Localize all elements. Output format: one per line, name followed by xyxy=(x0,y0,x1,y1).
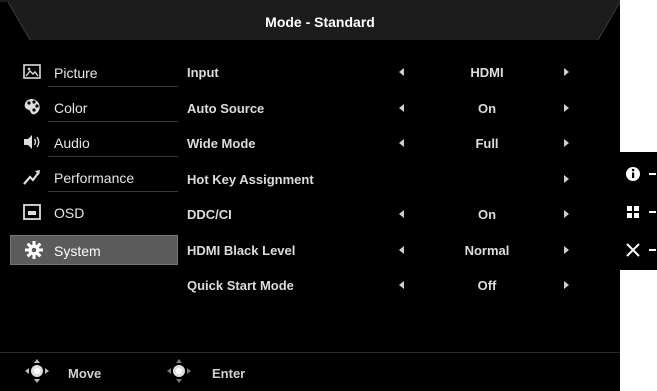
setting-row-hot-key-assignment[interactable]: Hot Key Assignment xyxy=(187,169,587,205)
setting-row-input[interactable]: Input HDMI xyxy=(187,62,587,98)
hotkey-dash xyxy=(649,249,656,251)
hotkey-close[interactable] xyxy=(623,238,657,262)
setting-value: On xyxy=(477,207,497,222)
osd-icon xyxy=(22,202,42,222)
sidebar-item-label: Picture xyxy=(54,65,98,81)
divider xyxy=(48,86,178,87)
right-arrow-icon[interactable] xyxy=(564,174,569,183)
page-title: Mode - Standard xyxy=(265,14,375,30)
sidebar-item-picture[interactable]: Picture xyxy=(8,58,178,93)
sidebar-item-audio[interactable]: Audio xyxy=(8,128,178,163)
osd-menu: Mode - Standard Picture Color Audio Perf… xyxy=(0,0,620,391)
setting-value: On xyxy=(477,100,497,116)
directional-pad-enter-icon xyxy=(166,358,192,384)
speaker-icon xyxy=(22,132,42,152)
setting-name: Hot Key Assignment xyxy=(187,171,314,187)
palette-icon xyxy=(22,97,42,117)
sidebar-item-color[interactable]: Color xyxy=(8,93,178,128)
divider xyxy=(48,121,178,122)
hotkey-strip xyxy=(620,152,657,270)
setting-value: Full xyxy=(475,136,499,151)
setting-row-auto-source[interactable]: Auto Source On xyxy=(187,98,587,134)
hotkey-menu[interactable] xyxy=(623,200,657,224)
setting-row-wide-mode[interactable]: Wide Mode Full xyxy=(187,133,587,169)
hotkey-dash xyxy=(649,211,656,213)
title-bar: Mode - Standard xyxy=(0,0,620,44)
sidebar-item-label: Performance xyxy=(54,170,135,186)
setting-name: HDMI Black Level xyxy=(187,242,296,258)
setting-name: Quick Start Mode xyxy=(187,278,294,293)
right-arrow-icon[interactable] xyxy=(564,281,569,289)
hotkey-info[interactable] xyxy=(623,162,657,186)
sidebar-item-osd[interactable]: OSD xyxy=(8,198,178,233)
setting-value: HDMI xyxy=(470,65,504,80)
sidebar-item-label: Color xyxy=(54,100,88,116)
sidebar-item-label: System xyxy=(54,243,101,259)
picture-icon xyxy=(22,62,42,82)
setting-row-hdmi-black-level[interactable]: HDMI Black Level Normal xyxy=(187,240,587,276)
setting-value: Off xyxy=(477,278,497,293)
footer: Move Enter xyxy=(0,352,620,391)
left-arrow-icon[interactable] xyxy=(399,210,404,218)
setting-value: Normal xyxy=(464,242,510,258)
right-arrow-icon[interactable] xyxy=(564,210,569,218)
settings-list: Input HDMI Auto Source On Wide Mode Full… xyxy=(187,62,587,311)
left-arrow-icon[interactable] xyxy=(399,139,404,147)
right-arrow-icon[interactable] xyxy=(564,68,569,76)
menu-grid-icon xyxy=(627,206,639,218)
sidebar: Picture Color Audio Performance OSD Syst… xyxy=(8,58,178,270)
sidebar-item-label: Audio xyxy=(54,135,90,151)
directional-pad-move-icon xyxy=(24,358,50,384)
sidebar-item-label: OSD xyxy=(54,205,85,221)
move-label: Move xyxy=(68,366,102,381)
setting-row-ddc-ci[interactable]: DDC/CI On xyxy=(187,204,587,240)
left-arrow-icon[interactable] xyxy=(399,281,404,289)
hotkey-dash xyxy=(649,173,656,175)
right-arrow-icon[interactable] xyxy=(564,139,569,147)
right-arrow-icon[interactable] xyxy=(564,245,569,254)
info-icon xyxy=(626,167,640,181)
setting-name: DDC/CI xyxy=(187,207,232,222)
left-arrow-icon[interactable] xyxy=(399,245,404,254)
right-arrow-icon[interactable] xyxy=(564,103,569,112)
enter-label: Enter xyxy=(212,366,246,381)
divider xyxy=(0,352,620,353)
left-arrow-icon[interactable] xyxy=(399,68,404,76)
setting-name: Input xyxy=(187,65,219,80)
divider xyxy=(48,156,178,157)
setting-row-quick-start-mode[interactable]: Quick Start Mode Off xyxy=(187,275,587,311)
left-arrow-icon[interactable] xyxy=(399,103,404,112)
performance-icon xyxy=(22,167,42,187)
sidebar-item-performance[interactable]: Performance xyxy=(8,163,178,198)
setting-name: Auto Source xyxy=(187,100,265,116)
sidebar-item-system[interactable]: System xyxy=(8,235,178,270)
setting-name: Wide Mode xyxy=(187,136,256,151)
close-icon xyxy=(626,243,640,257)
gear-icon xyxy=(24,240,44,260)
divider xyxy=(48,191,178,192)
